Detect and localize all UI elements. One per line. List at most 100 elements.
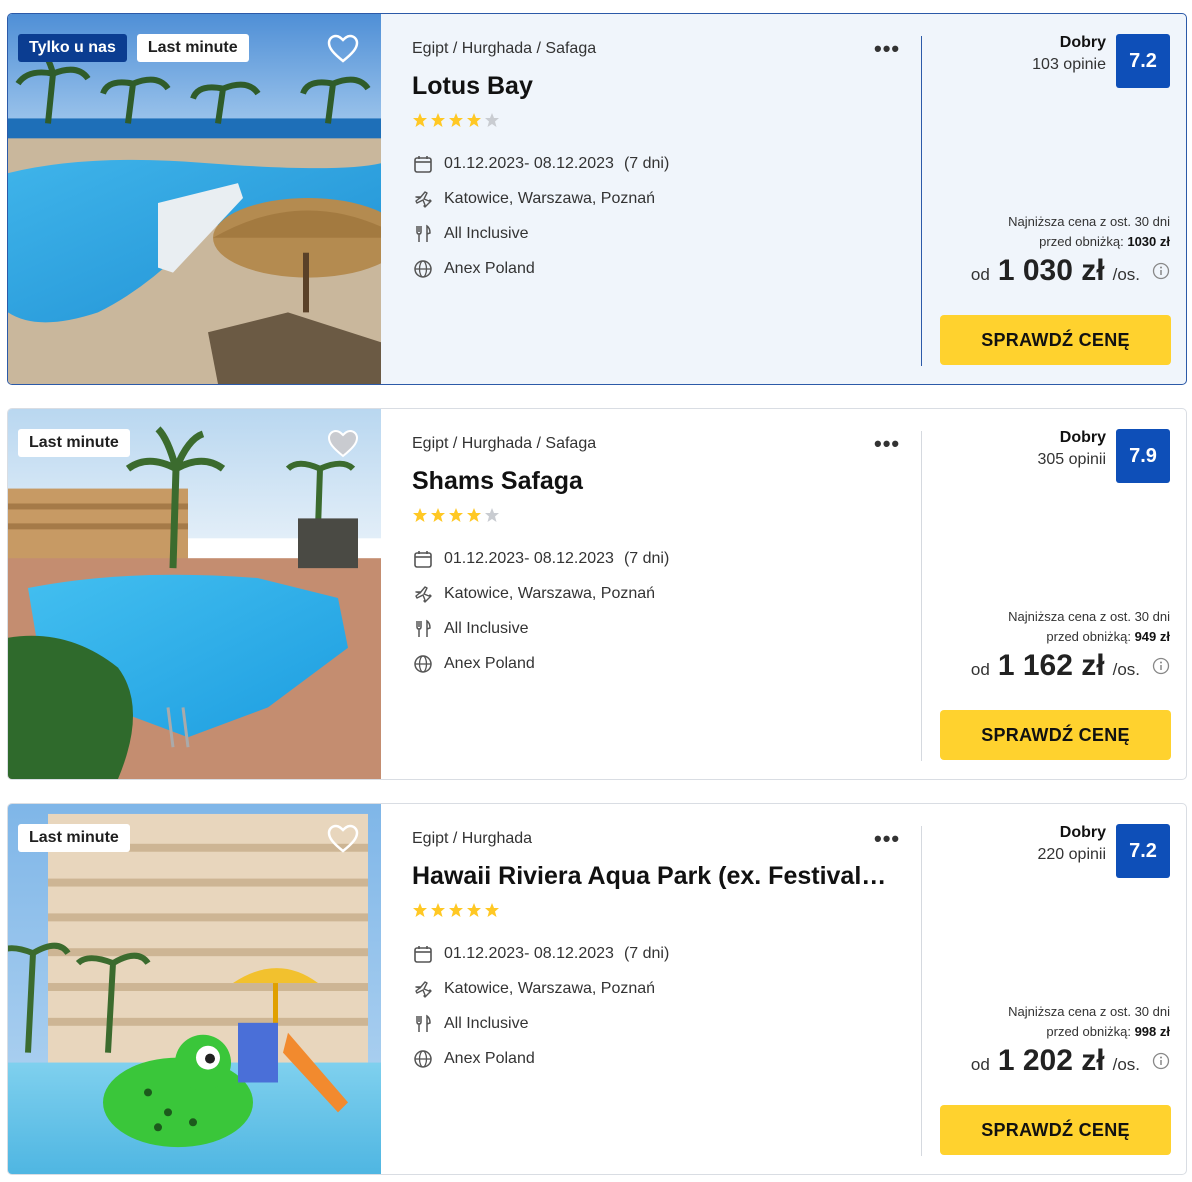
review-count[interactable]: 220 opinii (1038, 846, 1107, 864)
dates-text: 01.12.2023- 08.12.2023 (444, 549, 614, 567)
duration-text: (7 dni) (623, 549, 670, 567)
star-icon (449, 903, 463, 917)
info-icon[interactable] (1152, 1052, 1170, 1070)
star-icon (467, 113, 481, 127)
info-icon[interactable] (1152, 657, 1170, 675)
check-price-button[interactable]: SPRAWDŹ CENĘ (940, 710, 1171, 760)
board-row: All Inclusive (412, 1006, 669, 1041)
cutlery-icon (412, 1013, 434, 1035)
lowest-price-note: Najniższa cena z ost. 30 dni przed obniż… (1008, 607, 1170, 647)
departure-text: Katowice, Warszawa, Poznań (444, 584, 656, 602)
last-minute-badge: Last minute (18, 429, 130, 457)
review-count[interactable]: 305 opinii (1038, 451, 1107, 469)
last-minute-badge: Last minute (18, 824, 130, 852)
plane-icon (412, 583, 434, 605)
lowest-price-label: Najniższa cena z ost. 30 dni (1008, 1004, 1170, 1019)
favorite-heart-icon[interactable] (327, 824, 359, 854)
favorite-heart-icon[interactable] (327, 429, 359, 459)
hotel-stars (412, 902, 500, 918)
hotel-name[interactable]: Lotus Bay (412, 72, 892, 101)
rating-word: Dobry (1059, 429, 1106, 446)
operator-row: Anex Poland (412, 1041, 669, 1076)
duration-text: (7 dni) (623, 944, 670, 962)
board-text: All Inclusive (444, 619, 529, 637)
divider (921, 36, 922, 366)
star-icon (431, 508, 445, 522)
departure-text: Katowice, Warszawa, Poznań (444, 189, 656, 207)
dates-row: 01.12.2023- 08.12.2023 (7 dni) (412, 146, 669, 181)
lowest-price-prefix: przed obniżką: (1046, 1024, 1131, 1039)
hotel-photo[interactable]: Tylko u nas Last minute (8, 14, 381, 384)
calendar-icon (412, 943, 434, 965)
dates-row: 01.12.2023- 08.12.2023 (7 dni) (412, 936, 669, 971)
star-icon (467, 903, 481, 917)
lowest-price-label: Najniższa cena z ost. 30 dni (1008, 609, 1170, 624)
price-amount: 1 202 zł (997, 1044, 1105, 1077)
star-icon (413, 903, 427, 917)
rating-score-badge: 7.2 (1116, 824, 1170, 878)
rating-block[interactable]: Dobry 305 opinii 7.9 (1038, 429, 1170, 483)
info-icon[interactable] (1152, 262, 1170, 280)
offer-info: Egipt / Hurghada / Safaga ••• Lotus Bay … (412, 14, 912, 384)
star-icon (431, 903, 445, 917)
operator-row: Anex Poland (412, 646, 669, 681)
board-row: All Inclusive (412, 611, 669, 646)
favorite-heart-icon[interactable] (327, 34, 359, 64)
globe-icon (412, 653, 434, 675)
duration-text: (7 dni) (623, 154, 670, 172)
last-minute-badge: Last minute (136, 34, 249, 62)
calendar-icon (412, 548, 434, 570)
globe-icon (412, 258, 434, 280)
rating-word: Dobry (1059, 34, 1106, 51)
divider (921, 826, 922, 1156)
price-prefix: od (970, 265, 990, 284)
board-text: All Inclusive (444, 224, 529, 242)
star-icon (485, 113, 499, 127)
star-icon (449, 113, 463, 127)
board-text: All Inclusive (444, 1014, 529, 1032)
location-breadcrumb[interactable]: Egipt / Hurghada (412, 830, 532, 848)
hotel-name[interactable]: Hawaii Riviera Aqua Park (ex. Festival R… (412, 862, 892, 891)
operator-row: Anex Poland (412, 251, 669, 286)
location-breadcrumb[interactable]: Egipt / Hurghada / Safaga (412, 435, 596, 453)
offer-card[interactable]: Last minute Egipt / Hurghada / Safaga ••… (7, 408, 1187, 780)
rating-block[interactable]: Dobry 220 opinii 7.2 (1038, 824, 1170, 878)
more-options-icon[interactable]: ••• (874, 431, 900, 457)
divider (921, 431, 922, 761)
rating-block[interactable]: Dobry 103 opinie 7.2 (1032, 34, 1170, 88)
badge-group: Last minute (18, 824, 130, 852)
cutlery-icon (412, 618, 434, 640)
hotel-photo[interactable]: Last minute (8, 409, 381, 779)
hotel-stars (412, 112, 500, 128)
check-price-button[interactable]: SPRAWDŹ CENĘ (940, 315, 1171, 365)
offer-card[interactable]: Tylko u nas Last minute Egipt / Hurghada… (7, 13, 1187, 385)
dates-row: 01.12.2023- 08.12.2023 (7 dni) (412, 541, 669, 576)
plane-icon (412, 188, 434, 210)
offer-info: Egipt / Hurghada ••• Hawaii Riviera Aqua… (412, 804, 912, 1174)
hotel-name[interactable]: Shams Safaga (412, 467, 892, 496)
price-block: od 1 162 zł /os. (971, 649, 1170, 683)
more-options-icon[interactable]: ••• (874, 826, 900, 852)
lowest-price-value: 1030 zł (1127, 234, 1170, 249)
board-row: All Inclusive (412, 216, 669, 251)
review-count[interactable]: 103 opinie (1032, 56, 1106, 74)
rating-score-badge: 7.2 (1116, 34, 1170, 88)
star-icon (413, 508, 427, 522)
more-options-icon[interactable]: ••• (874, 36, 900, 62)
price-amount: 1 162 zł (997, 649, 1105, 682)
hotel-stars (412, 507, 500, 523)
price-block: od 1 030 zł /os. (971, 254, 1170, 288)
star-icon (449, 508, 463, 522)
departure-row: Katowice, Warszawa, Poznań (412, 971, 669, 1006)
check-price-button[interactable]: SPRAWDŹ CENĘ (940, 1105, 1171, 1155)
location-breadcrumb[interactable]: Egipt / Hurghada / Safaga (412, 40, 596, 58)
offer-card[interactable]: Last minute Egipt / Hurghada ••• Hawaii … (7, 803, 1187, 1175)
lowest-price-value: 949 zł (1134, 629, 1170, 644)
lowest-price-note: Najniższa cena z ost. 30 dni przed obniż… (1008, 212, 1170, 252)
hotel-photo[interactable]: Last minute (8, 804, 381, 1174)
rating-score-badge: 7.9 (1116, 429, 1170, 483)
operator-text: Anex Poland (444, 654, 535, 672)
operator-text: Anex Poland (444, 1049, 535, 1067)
badge-group: Last minute (18, 429, 130, 457)
price-block: od 1 202 zł /os. (971, 1044, 1170, 1078)
